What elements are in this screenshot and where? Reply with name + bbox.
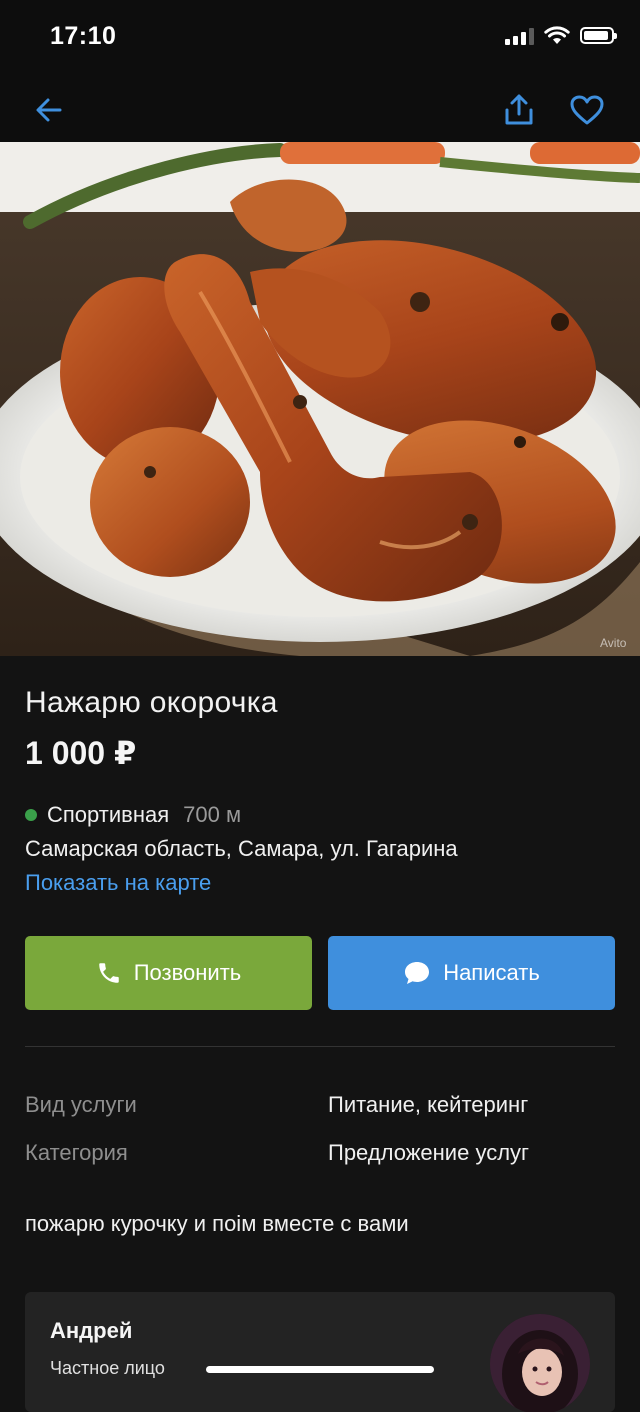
call-button-label: Позвонить [133, 960, 242, 985]
phone-icon [98, 963, 119, 983]
divider [25, 1046, 615, 1047]
param-value-service-type: Питание, кейтеринг [328, 1092, 529, 1117]
seller-avatar[interactable] [490, 1314, 590, 1412]
wifi-icon [544, 26, 570, 44]
param-value-category: Предложение услуг [328, 1140, 530, 1165]
address: Самарская область, Самара, ул. Гагарина [25, 836, 458, 861]
metro-station: Спортивная [47, 802, 170, 827]
listing-price: 1 000 ₽ [25, 735, 137, 771]
arrow-left-icon [36, 98, 62, 122]
param-label-service-type: Вид услуги [25, 1092, 137, 1117]
chat-bubble-icon [405, 962, 430, 984]
heart-icon [570, 95, 604, 125]
show-on-map-link[interactable]: Показать на карте [25, 870, 211, 896]
photo-watermark: Avito [600, 636, 627, 650]
write-button[interactable]: Написать [328, 936, 615, 1010]
metro-distance: 700 м [183, 802, 242, 827]
call-button[interactable]: Позвонить [25, 936, 312, 1010]
favorite-button[interactable] [565, 88, 609, 132]
seller-card[interactable]: Андрей Частное лицо [25, 1292, 615, 1412]
home-indicator [206, 1366, 434, 1373]
status-time: 17:10 [50, 22, 117, 50]
listing-title: Нажарю окорочка [25, 686, 278, 719]
metro-info: Спортивная 700 м [25, 802, 241, 828]
share-button[interactable] [497, 88, 541, 132]
status-bar: 17:10 [0, 0, 640, 80]
write-button-label: Написать [443, 960, 540, 985]
nav-bar [0, 80, 640, 142]
battery-icon [580, 27, 617, 44]
back-button[interactable] [27, 88, 71, 132]
share-icon [505, 94, 533, 125]
seller-type: Частное лицо [50, 1358, 165, 1378]
listing-description: пожарю курочку и поім вместе с вами [25, 1211, 409, 1236]
param-label-category: Категория [25, 1140, 128, 1165]
status-icons [505, 26, 617, 45]
cellular-signal-icon [505, 27, 534, 45]
seller-name: Андрей [50, 1318, 133, 1343]
fried-chicken-image: Avito [0, 142, 640, 656]
listing-photo[interactable]: Avito [0, 142, 640, 656]
metro-dot-icon [25, 809, 37, 821]
